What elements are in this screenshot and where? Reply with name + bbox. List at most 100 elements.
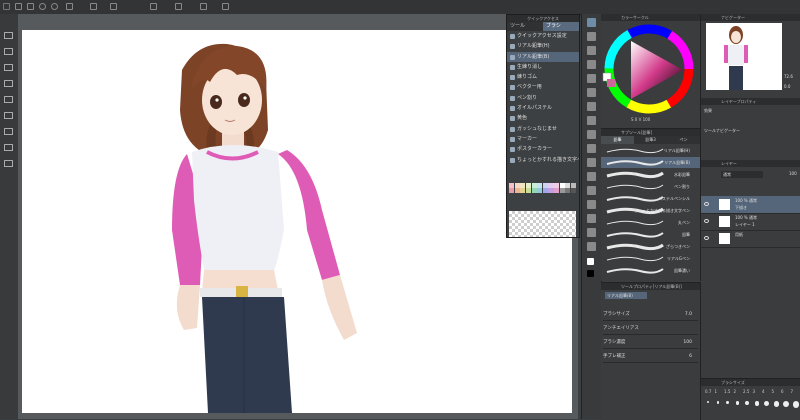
brush-row[interactable]: リアル鉛筆(H) [601, 145, 700, 156]
eye-icon[interactable] [704, 219, 709, 223]
layer-row[interactable]: 100 % 通常 下描き [701, 196, 800, 214]
sub-color-swatch[interactable] [587, 270, 594, 277]
airbrush-tool-icon[interactable] [587, 158, 596, 167]
brush-size-label[interactable]: 4 [762, 389, 765, 394]
layer-row[interactable]: 用紙 [701, 230, 800, 248]
quick-access-item[interactable]: ポスターカラー [507, 144, 579, 154]
color-swatch[interactable] [559, 183, 565, 188]
color-swatch[interactable] [520, 183, 526, 188]
text-tool-icon[interactable] [587, 242, 596, 251]
brush-row[interactable]: パステルペンシル [601, 193, 700, 204]
blend-mode-select[interactable]: 通常 [721, 171, 763, 178]
color-swatch[interactable] [570, 188, 576, 193]
color-swatch[interactable] [537, 183, 543, 188]
brush-size-dot[interactable] [792, 401, 799, 408]
brush-size-label[interactable]: 5 [772, 389, 775, 394]
folder-icon[interactable] [4, 64, 13, 71]
eye-icon[interactable] [704, 236, 709, 240]
color-swatch[interactable] [531, 188, 537, 193]
brush-row[interactable]: ペン割り [601, 181, 700, 192]
brush-size-dot[interactable] [726, 401, 729, 404]
color-swatch[interactable] [520, 188, 526, 193]
color-swatch[interactable] [525, 183, 531, 188]
color-swatch[interactable] [542, 183, 548, 188]
camera-icon[interactable] [200, 3, 207, 10]
brush-row[interactable]: リアル鉛筆(B) [601, 157, 700, 168]
tab-pencil3[interactable]: 鉛筆3 [634, 136, 667, 144]
brush-size-dot[interactable] [735, 401, 739, 405]
brush-row[interactable]: 丸ペン [601, 217, 700, 228]
color-swatch[interactable] [509, 183, 515, 188]
color-swatch[interactable] [570, 183, 576, 188]
quick-access-item[interactable]: マーカー [507, 134, 579, 144]
gradient-tool-icon[interactable] [587, 228, 596, 237]
tab-pen[interactable]: ペン [667, 136, 700, 144]
color-swatch[interactable] [565, 188, 571, 193]
operation-tool-icon[interactable] [587, 60, 596, 69]
eyedropper-tool-icon[interactable] [587, 102, 596, 111]
tool-property-row[interactable]: ブラシサイズ 7.0 [603, 309, 698, 321]
text-icon[interactable] [222, 3, 229, 10]
brush-row[interactable]: ちょっとかすれる描き文字ペン [601, 205, 700, 216]
tab-tool[interactable]: ツール [507, 22, 543, 31]
brush-size-label[interactable]: 6 [781, 389, 784, 394]
brush-size-label[interactable]: 1 [715, 389, 718, 394]
fill-tool-icon[interactable] [587, 214, 596, 223]
brush-size-label[interactable]: 1.5 [724, 389, 730, 394]
color-swatch[interactable] [525, 188, 531, 193]
hand-tool-icon[interactable] [587, 32, 596, 41]
selection-tool-icon[interactable] [587, 74, 596, 83]
color-swatch[interactable] [565, 183, 571, 188]
brush-tool-icon[interactable] [587, 144, 596, 153]
blend-tool-icon[interactable] [587, 200, 596, 209]
quick-access-item[interactable]: 黄色 [507, 113, 579, 123]
brush-size-label[interactable]: 0.7 [705, 389, 711, 394]
color-swatch[interactable] [554, 183, 560, 188]
color-swatch[interactable] [548, 188, 554, 193]
tab-pencil[interactable]: 鉛筆 [601, 136, 634, 144]
brush-row[interactable]: 鉛筆濃い [601, 265, 700, 276]
brush-size-dot[interactable] [745, 401, 749, 405]
undo-icon[interactable] [39, 3, 46, 10]
pen-tool-icon[interactable] [587, 116, 596, 125]
brush-size-label[interactable]: 7 [791, 389, 794, 394]
transform-icon[interactable] [66, 3, 73, 10]
tool-property-row[interactable]: 手ブレ補正 6 [603, 351, 698, 363]
folder-icon[interactable] [4, 144, 13, 151]
folder-icon[interactable] [4, 32, 13, 39]
eye-icon[interactable] [704, 202, 709, 206]
color-swatch[interactable] [537, 188, 543, 193]
brush-row[interactable]: 鉛筆 [601, 229, 700, 240]
color-swatch[interactable] [514, 188, 520, 193]
folder-icon[interactable] [4, 96, 13, 103]
folder-icon[interactable] [4, 128, 13, 135]
brush-size-label[interactable]: 3 [753, 389, 756, 394]
pen-icon[interactable] [110, 3, 117, 10]
brush-row[interactable]: ざらつきペン [601, 241, 700, 252]
ruler-icon[interactable] [175, 3, 182, 10]
folder-icon[interactable] [4, 160, 13, 167]
color-wheel[interactable] [601, 21, 700, 121]
grid-icon[interactable] [150, 3, 157, 10]
brush-size-label[interactable]: 2.5 [743, 389, 749, 394]
color-swatch[interactable] [531, 183, 537, 188]
auto-select-tool-icon[interactable] [587, 88, 596, 97]
drawing-canvas[interactable] [22, 30, 572, 413]
redo-icon[interactable] [51, 3, 58, 10]
quick-access-item[interactable]: オイルパステル [507, 103, 579, 113]
decoration-tool-icon[interactable] [587, 172, 596, 181]
folder-icon[interactable] [4, 48, 13, 55]
brush-size-dot[interactable] [764, 401, 769, 406]
pencil-tool-icon[interactable] [587, 130, 596, 139]
brush-size-label[interactable]: 2 [734, 389, 737, 394]
tool-property-row[interactable]: ブラシ濃度 100 [603, 337, 698, 349]
folder-icon[interactable] [4, 112, 13, 119]
quick-access-item[interactable]: リアル鉛筆(H) [507, 41, 579, 51]
brush-size-dot[interactable] [783, 401, 789, 407]
folder-icon[interactable] [4, 80, 13, 87]
quick-access-item[interactable]: ベクター用 [507, 82, 579, 92]
brush-size-dot[interactable] [754, 401, 759, 406]
quick-access-item[interactable]: 生練り消し [507, 62, 579, 72]
open-icon[interactable] [15, 3, 22, 10]
brush-row[interactable]: リアルGペン [601, 253, 700, 264]
